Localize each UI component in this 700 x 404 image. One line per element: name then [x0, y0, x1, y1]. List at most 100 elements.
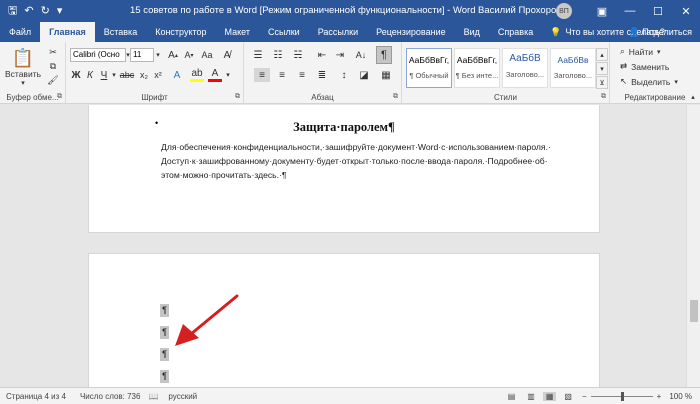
minimize-icon[interactable]: —	[616, 0, 644, 22]
customize-icon[interactable]: ▾	[57, 5, 63, 17]
user-name[interactable]: Василий Прохоров	[478, 5, 561, 16]
tab-insert[interactable]: Вставка	[95, 22, 146, 42]
align-right-icon[interactable]: ≡	[294, 68, 310, 82]
web-layout-icon[interactable]: ▧	[564, 392, 572, 401]
close-icon[interactable]: ✕	[672, 0, 700, 22]
dialog-launcher-icon[interactable]: ⧉	[57, 93, 62, 101]
show-formatting-marks-button[interactable]: ¶	[376, 46, 392, 64]
document-page[interactable]: • Защита·паролем¶ Для·обеспечения·конфид…	[88, 105, 600, 233]
paragraph-mark[interactable]: ¶	[160, 326, 169, 339]
tab-layout[interactable]: Макет	[216, 22, 259, 42]
increase-indent-icon[interactable]: ⇥	[332, 48, 348, 62]
select-button[interactable]: ↖ Выделить ▾	[620, 76, 678, 87]
tab-mailings[interactable]: Рассылки	[309, 22, 367, 42]
document-page[interactable]: ¶ ¶ ¶ ¶	[88, 253, 600, 387]
copy-icon[interactable]: ⧉	[46, 60, 60, 72]
zoom-out-icon[interactable]: −	[582, 392, 587, 401]
shading-icon[interactable]: ◪	[356, 68, 372, 82]
font-color-icon[interactable]: A	[208, 68, 222, 82]
style-no-spacing[interactable]: АаБбВвГг, ¶ Без инте...	[454, 48, 500, 88]
zoom-in-icon[interactable]: +	[657, 392, 662, 401]
italic-icon[interactable]: К	[84, 68, 96, 82]
page-count[interactable]: Страница 4 из 4	[6, 392, 66, 401]
strikethrough-icon[interactable]: abc	[120, 68, 135, 82]
zoom-level[interactable]: 100 %	[669, 392, 692, 401]
subscript-icon[interactable]: x₂	[138, 68, 150, 82]
tab-help[interactable]: Справка	[489, 22, 542, 42]
tab-view[interactable]: Вид	[455, 22, 489, 42]
bullets-icon[interactable]: ☰	[250, 48, 266, 62]
style-heading-2[interactable]: АаБбВв Заголово...	[550, 48, 596, 88]
print-layout-icon[interactable]: ▦	[542, 391, 557, 401]
font-size-field[interactable]: 11	[130, 48, 154, 62]
decrease-indent-icon[interactable]: ⇤	[314, 48, 330, 62]
read-mode-icon[interactable]: ▥	[527, 392, 535, 401]
style-preview: АаБбВвГг,	[408, 55, 450, 65]
paragraph-mark[interactable]: ¶	[160, 348, 169, 361]
zoom-slider-thumb[interactable]	[620, 391, 624, 401]
clear-formatting-icon[interactable]: A̸	[220, 48, 234, 62]
style-heading-1[interactable]: АаБбВ Заголово...	[502, 48, 548, 88]
tab-home[interactable]: Главная	[40, 22, 95, 42]
proofing-icon[interactable]: 📖	[148, 392, 158, 401]
scrollbar-thumb[interactable]	[690, 300, 698, 322]
style-preview: АаБбВ	[509, 53, 541, 64]
vertical-scrollbar[interactable]	[686, 105, 700, 387]
focus-icon[interactable]: ▤	[508, 392, 516, 401]
paste-button[interactable]: 📋 Вставить ▾	[5, 46, 41, 88]
tab-file[interactable]: Файл	[0, 22, 40, 42]
text-effects-icon[interactable]: A	[170, 68, 184, 82]
bold-icon[interactable]: Ж	[70, 68, 82, 82]
numbering-icon[interactable]: ☷	[270, 48, 286, 62]
select-label: Выделить	[631, 76, 671, 87]
font-name-field[interactable]: Calibri (Осно	[70, 48, 126, 62]
more-styles-icon[interactable]: ⊻	[596, 76, 608, 89]
change-case-icon[interactable]: Aa	[200, 48, 214, 62]
heading-text[interactable]: Защита·паролем¶	[89, 120, 599, 135]
chevron-down-icon[interactable]: ▾	[224, 68, 232, 82]
tab-references[interactable]: Ссылки	[259, 22, 309, 42]
share-button[interactable]: 👤 Поделиться	[629, 22, 692, 42]
redo-icon[interactable]: ↻	[41, 5, 50, 17]
replace-button[interactable]: ⇄ Заменить	[620, 61, 669, 72]
underline-icon[interactable]: Ч	[98, 68, 110, 82]
format-painter-icon[interactable]: 🖌	[46, 74, 60, 86]
maximize-icon[interactable]: ☐	[644, 0, 672, 22]
language[interactable]: русский	[168, 392, 197, 401]
multilevel-list-icon[interactable]: ☵	[290, 48, 306, 62]
body-text[interactable]: Для·обеспечения·конфиденциальности,·заши…	[161, 140, 551, 182]
borders-icon[interactable]: ▦	[378, 68, 394, 82]
dialog-launcher-icon[interactable]: ⧉	[393, 93, 398, 101]
document-area[interactable]: • Защита·паролем¶ Для·обеспечения·конфид…	[0, 105, 686, 387]
shrink-font-icon[interactable]: A ▾	[182, 48, 196, 62]
cut-icon[interactable]: ✂	[46, 46, 60, 58]
superscript-icon[interactable]: x²	[152, 68, 164, 82]
chevron-down-icon[interactable]: ▾	[110, 68, 118, 82]
tab-design[interactable]: Конструктор	[146, 22, 215, 42]
style-normal[interactable]: АаБбВвГг, ¶ Обычный	[406, 48, 452, 88]
save-icon[interactable]: 🖫	[8, 5, 17, 17]
quick-access-toolbar: 🖫 ↶ ↻ ▾	[0, 5, 110, 17]
grow-font-icon[interactable]: A ▴	[166, 48, 180, 62]
sort-icon[interactable]: A↓	[354, 48, 368, 62]
align-left-icon[interactable]: ≡	[254, 68, 270, 82]
justify-icon[interactable]: ≣	[314, 68, 330, 82]
find-button[interactable]: ⌕ Найти ▾	[620, 46, 661, 57]
dialog-launcher-icon[interactable]: ⧉	[235, 93, 240, 101]
avatar[interactable]: ВП	[556, 3, 572, 19]
chevron-down-icon[interactable]: ▾	[154, 48, 162, 62]
tab-review[interactable]: Рецензирование	[367, 22, 455, 42]
undo-icon[interactable]: ↶	[24, 5, 33, 17]
dialog-launcher-icon[interactable]: ⧉	[601, 93, 606, 101]
zoom-slider[interactable]	[590, 391, 653, 401]
ribbon-display-icon[interactable]: ▣	[588, 0, 616, 22]
paragraph-mark[interactable]: ¶	[160, 304, 169, 317]
word-count[interactable]: Число слов: 736	[80, 392, 140, 401]
chevron-up-icon[interactable]: ▴	[596, 48, 608, 61]
highlight-icon[interactable]: ab	[190, 68, 204, 82]
align-center-icon[interactable]: ≡	[274, 68, 290, 82]
paragraph-mark[interactable]: ¶	[160, 370, 169, 383]
chevron-down-icon[interactable]: ▾	[596, 62, 608, 75]
collapse-ribbon-icon[interactable]: ▴	[688, 92, 698, 102]
line-spacing-icon[interactable]: ↕	[336, 68, 352, 82]
